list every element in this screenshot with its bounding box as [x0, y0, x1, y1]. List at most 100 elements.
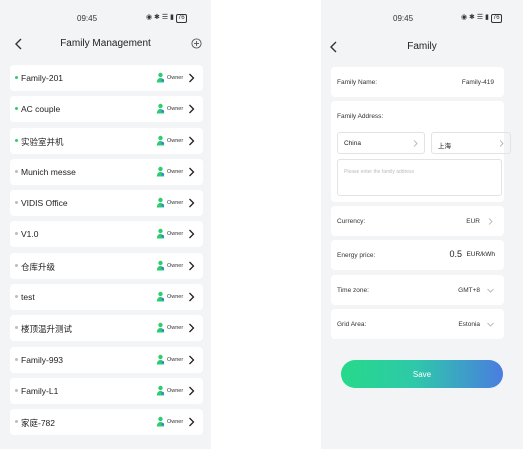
- role-label: Owner: [167, 106, 184, 113]
- role-label: Owner: [167, 168, 184, 175]
- owner-person-icon: [156, 135, 165, 146]
- family-name: Munich messe: [21, 166, 76, 177]
- family-name: Family-993: [21, 354, 64, 365]
- role-label: Owner: [167, 387, 184, 394]
- status-dot: [15, 420, 18, 424]
- energy-price-unit: EUR/kWh: [466, 251, 495, 258]
- family-list-item[interactable]: 仓库升级 Owner: [10, 252, 203, 279]
- role-label: Owner: [167, 137, 184, 144]
- status-time: 09:45: [77, 14, 98, 23]
- city-select[interactable]: 上海: [431, 132, 511, 154]
- family-detail-screen: 09:45 ◉ ✱ ☰ ▮ 76 Family Family Name: Fam…: [321, 0, 523, 449]
- owner-person-icon: [156, 260, 165, 271]
- status-signal-icons: ◉ ✱ ☰ ▮: [461, 14, 489, 21]
- country-select[interactable]: China: [337, 132, 425, 154]
- country-value: China: [344, 140, 361, 147]
- chevron-right-icon: [499, 140, 504, 147]
- role-label: Owner: [167, 419, 184, 426]
- owner-person-icon: [156, 417, 165, 427]
- status-dot: [15, 107, 18, 111]
- chevron-right-icon: [189, 355, 195, 365]
- family-name: V1.0: [21, 229, 39, 240]
- family-name: VIDIS Office: [21, 198, 68, 209]
- status-dot: [15, 357, 18, 361]
- add-family-icon[interactable]: [191, 38, 202, 49]
- status-time: 09:45: [393, 14, 414, 23]
- chevron-down-icon: [487, 322, 494, 327]
- family-name-label: Family Name:: [337, 79, 378, 86]
- battery-icon: 76: [175, 14, 187, 23]
- owner-person-icon: [156, 197, 165, 208]
- status-dot: [15, 169, 18, 173]
- family-name: 实验室并机: [21, 136, 64, 147]
- status-dot: [15, 295, 18, 299]
- chevron-right-icon: [189, 417, 195, 427]
- time-zone-row[interactable]: Time zone: GMT+8: [331, 275, 504, 305]
- status-bar: 09:45 ◉ ✱ ☰ ▮ 76: [0, 0, 211, 36]
- family-list-item[interactable]: VIDIS Office Owner: [10, 190, 203, 217]
- chevron-right-icon: [189, 104, 195, 114]
- chevron-right-icon: [189, 167, 195, 177]
- family-list-item[interactable]: AC couple Owner: [10, 96, 203, 123]
- nav-bar: Family Management: [0, 36, 211, 54]
- role-label: Owner: [167, 325, 184, 332]
- owner-person-icon: [156, 291, 165, 302]
- address-input-box: [337, 159, 502, 196]
- page-title: Family Management: [60, 38, 151, 49]
- family-name: 楼顶温升测试: [21, 324, 73, 335]
- status-signal-icons: ◉ ✱ ☰ ▮: [146, 14, 174, 21]
- chevron-right-icon: [189, 73, 195, 83]
- currency-value: EUR: [466, 218, 480, 225]
- status-dot: [15, 201, 18, 205]
- family-name: Family-L1: [21, 385, 59, 396]
- family-list-item[interactable]: Family-201 Owner: [10, 65, 203, 91]
- chevron-right-icon: [189, 261, 195, 271]
- role-label: Owner: [167, 75, 184, 81]
- role-label: Owner: [167, 262, 184, 269]
- family-list-item[interactable]: Munich messe Owner: [10, 158, 203, 185]
- family-name-row[interactable]: Family Name: Family-419: [331, 67, 504, 97]
- family-list-item[interactable]: 家庭-782 Owner: [10, 409, 203, 436]
- family-list-item[interactable]: 楼顶温升测试 Owner: [10, 315, 203, 342]
- family-list: Family-201 Owner AC couple Owner 实验室并机 Owner M…: [10, 65, 203, 441]
- chevron-right-icon: [488, 218, 493, 225]
- owner-person-icon: [156, 104, 165, 114]
- chevron-right-icon: [189, 323, 195, 333]
- city-value: 上海: [438, 143, 451, 150]
- chevron-down-icon: [487, 288, 494, 293]
- family-list-item[interactable]: V1.0 Owner: [10, 221, 203, 248]
- family-name: test: [21, 292, 35, 303]
- role-label: Owner: [167, 294, 184, 301]
- chevron-right-icon: [189, 292, 195, 302]
- family-list-item[interactable]: 实验室并机 Owner: [10, 127, 203, 154]
- chevron-right-icon: [189, 136, 195, 146]
- family-list-item[interactable]: Family-L1 Owner: [10, 377, 203, 404]
- family-name: AC couple: [21, 104, 61, 115]
- family-name-value: Family-419: [461, 79, 494, 86]
- family-list-item[interactable]: test Owner: [10, 284, 203, 311]
- status-dot: [15, 76, 18, 79]
- energy-price-row[interactable]: Energy price: 0.5 EUR/kWh: [331, 240, 504, 270]
- chevron-right-icon: [189, 386, 195, 396]
- save-button[interactable]: Save: [341, 360, 503, 388]
- role-label: Owner: [167, 231, 184, 238]
- owner-person-icon: [156, 385, 165, 396]
- energy-price-value[interactable]: 0.5: [449, 249, 462, 259]
- family-address-input[interactable]: [338, 164, 501, 180]
- currency-row[interactable]: Currency: EUR: [331, 206, 504, 236]
- status-bar: 09:45 ◉ ✱ ☰ ▮ 76: [321, 0, 523, 36]
- status-dot: [15, 232, 18, 236]
- family-list-item[interactable]: Family-993 Owner: [10, 346, 203, 373]
- status-dot: [15, 138, 18, 142]
- family-name: 仓库升级: [21, 261, 56, 272]
- owner-person-icon: [156, 323, 165, 333]
- family-name: Family-201: [21, 73, 64, 83]
- battery-icon: 76: [490, 14, 502, 23]
- status-icons: ◉ ✱ ☰ ▮ 76: [146, 13, 187, 23]
- status-icons: ◉ ✱ ☰ ▮ 76: [461, 13, 502, 23]
- owner-person-icon: [156, 166, 165, 177]
- family-address-card: Family Address: China 上海: [331, 101, 511, 202]
- grid-area-row[interactable]: Grid Area: Estonia: [331, 309, 504, 339]
- page-title: Family: [407, 41, 437, 52]
- owner-person-icon: [156, 229, 165, 239]
